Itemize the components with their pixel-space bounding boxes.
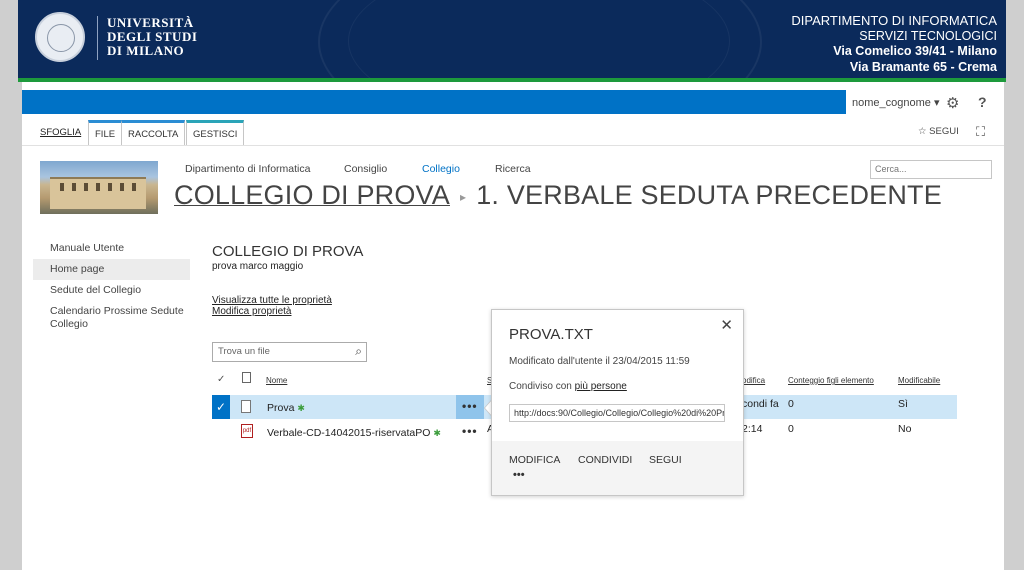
topnav-ricerca[interactable]: Ricerca bbox=[495, 163, 531, 175]
edit-properties-link[interactable]: Modifica proprietà bbox=[212, 306, 291, 317]
address-milano: Via Comelico 39/41 - Milano bbox=[833, 44, 997, 58]
page-title: 1. VERBALE SEDUTA PRECEDENTE bbox=[476, 180, 942, 210]
children-count-cell: 0 bbox=[788, 423, 794, 435]
file-name-link[interactable]: Prova ✱ bbox=[267, 402, 305, 414]
pdf-file-icon: pdf bbox=[241, 424, 253, 438]
column-header-children-count[interactable]: Conteggio figli elemento bbox=[788, 376, 874, 385]
topnav-consiglio[interactable]: Consiglio bbox=[344, 163, 387, 175]
search-icon[interactable]: ⌕ bbox=[355, 344, 362, 359]
university-name-line-1: UNIVERSITÀ bbox=[107, 15, 194, 30]
row-checkbox-checked[interactable]: ✓ bbox=[212, 395, 230, 419]
find-file-placeholder: Trova un file bbox=[218, 346, 270, 357]
leftnav-item-sedute[interactable]: Sedute del Collegio bbox=[33, 280, 190, 301]
suite-bar bbox=[22, 90, 846, 114]
user-menu[interactable]: nome_cognome ▾ bbox=[852, 96, 939, 109]
webpart-title: COLLEGIO DI PROVA bbox=[212, 243, 364, 260]
breadcrumb-site-link[interactable]: COLLEGIO DI PROVA bbox=[174, 180, 450, 210]
edit-action-button[interactable]: MODIFICA bbox=[509, 454, 560, 466]
department-service: SERVIZI TECNOLOGICI bbox=[859, 28, 997, 43]
file-name-link[interactable]: Verbale-CD-14042015-riservataPO ✱ bbox=[267, 427, 441, 439]
follow-button[interactable]: ☆ SEGUI bbox=[918, 126, 959, 137]
department-info: DIPARTIMENTO DI INFORMATICA SERVIZI TECN… bbox=[791, 13, 997, 75]
tab-browse[interactable]: SFOGLIA bbox=[34, 120, 87, 144]
close-icon[interactable]: ✕ bbox=[720, 316, 733, 334]
new-item-icon: ✱ bbox=[297, 403, 305, 413]
modified-cell: condi fa bbox=[742, 398, 779, 410]
callout-url-field[interactable]: http://docs:90/Collegio/Collegio/Collegi… bbox=[509, 404, 725, 422]
background-seal-inner bbox=[348, 0, 730, 80]
university-name: UNIVERSITÀ DEGLI STUDI DI MILANO bbox=[107, 16, 197, 58]
webpart-subtitle: prova marco maggio bbox=[212, 261, 304, 272]
university-name-line-3: DI MILANO bbox=[107, 43, 185, 58]
find-file-input[interactable]: Trova un file ⌕ bbox=[212, 342, 367, 362]
tab-manage[interactable]: GESTISCI bbox=[186, 120, 245, 145]
select-all-check-icon[interactable]: ✓ bbox=[217, 374, 225, 385]
topnav-collegio[interactable]: Collegio bbox=[422, 163, 460, 175]
file-name-prova: Prova bbox=[267, 402, 295, 414]
file-type-header-icon bbox=[242, 372, 251, 383]
modified-cell: 2:14 bbox=[742, 423, 763, 435]
ellipsis-icon[interactable]: ••• bbox=[462, 399, 478, 413]
editable-cell: Sì bbox=[898, 398, 908, 410]
gear-icon[interactable]: ⚙ bbox=[946, 94, 959, 112]
view-all-properties-link[interactable]: Visualizza tutte le proprietà bbox=[212, 295, 332, 306]
left-navigation: Manuale Utente Home page Sedute del Coll… bbox=[33, 238, 190, 335]
leftnav-item-manuale[interactable]: Manuale Utente bbox=[33, 238, 190, 259]
department-name: DIPARTIMENTO DI INFORMATICA bbox=[791, 13, 997, 28]
leftnav-item-calendario[interactable]: Calendario Prossime Sedute Collegio bbox=[33, 301, 190, 335]
column-header-editable[interactable]: Modificabile bbox=[898, 376, 940, 385]
follow-label: SEGUI bbox=[929, 126, 959, 137]
tab-file[interactable]: FILE bbox=[88, 120, 123, 145]
column-header-modified[interactable]: odifica bbox=[742, 376, 765, 385]
star-icon: ☆ bbox=[918, 126, 927, 137]
callout-modified-info: Modificato dall'utente il 23/04/2015 11:… bbox=[509, 356, 690, 367]
topnav-dipartimento[interactable]: Dipartimento di Informatica bbox=[185, 163, 310, 175]
ellipsis-icon[interactable]: ••• bbox=[462, 424, 478, 438]
shared-with-link[interactable]: più persone bbox=[575, 381, 627, 392]
shared-prefix: Condiviso con bbox=[509, 381, 575, 392]
site-search-input[interactable]: Cerca... bbox=[870, 160, 992, 179]
focus-content-icon[interactable]: ⛶ bbox=[976, 124, 985, 140]
university-seal-logo bbox=[35, 12, 85, 62]
breadcrumb-separator-icon: ▸ bbox=[459, 189, 467, 204]
ribbon: SFOGLIA FILE RACCOLTA GESTISCI bbox=[22, 120, 1004, 146]
follow-action-button[interactable]: SEGUI bbox=[649, 454, 682, 466]
editable-cell: No bbox=[898, 423, 912, 435]
more-actions-icon[interactable]: ••• bbox=[513, 469, 525, 481]
callout-shared-info: Condiviso con più persone bbox=[509, 381, 627, 392]
text-file-icon bbox=[241, 400, 251, 413]
column-header-name[interactable]: Nome bbox=[266, 376, 287, 385]
site-logo-image[interactable] bbox=[40, 161, 158, 214]
leftnav-item-home[interactable]: Home page bbox=[33, 259, 190, 280]
help-icon[interactable]: ? bbox=[978, 94, 987, 110]
university-name-line-2: DEGLI STUDI bbox=[107, 29, 198, 44]
file-name-verbale: Verbale-CD-14042015-riservataPO bbox=[267, 427, 431, 439]
callout-title: PROVA.TXT bbox=[509, 326, 593, 343]
university-banner: UNIVERSITÀ DEGLI STUDI DI MILANO DIPARTI… bbox=[18, 0, 1006, 80]
ribbon-divider bbox=[22, 145, 1004, 146]
page-title-breadcrumb: COLLEGIO DI PROVA ▸ 1. VERBALE SEDUTA PREC… bbox=[174, 180, 942, 211]
new-item-icon: ✱ bbox=[433, 428, 441, 438]
children-count-cell: 0 bbox=[788, 398, 794, 410]
banner-accent-line bbox=[18, 78, 1006, 82]
callout-actions: MODIFICA CONDIVIDI SEGUI ••• bbox=[492, 441, 743, 495]
share-action-button[interactable]: CONDIVIDI bbox=[578, 454, 632, 466]
address-crema: Via Bramante 65 - Crema bbox=[849, 59, 997, 74]
tab-library[interactable]: RACCOLTA bbox=[122, 120, 186, 145]
logo-divider bbox=[97, 16, 98, 60]
file-callout: PROVA.TXT ✕ Modificato dall'utente il 23… bbox=[491, 309, 744, 496]
